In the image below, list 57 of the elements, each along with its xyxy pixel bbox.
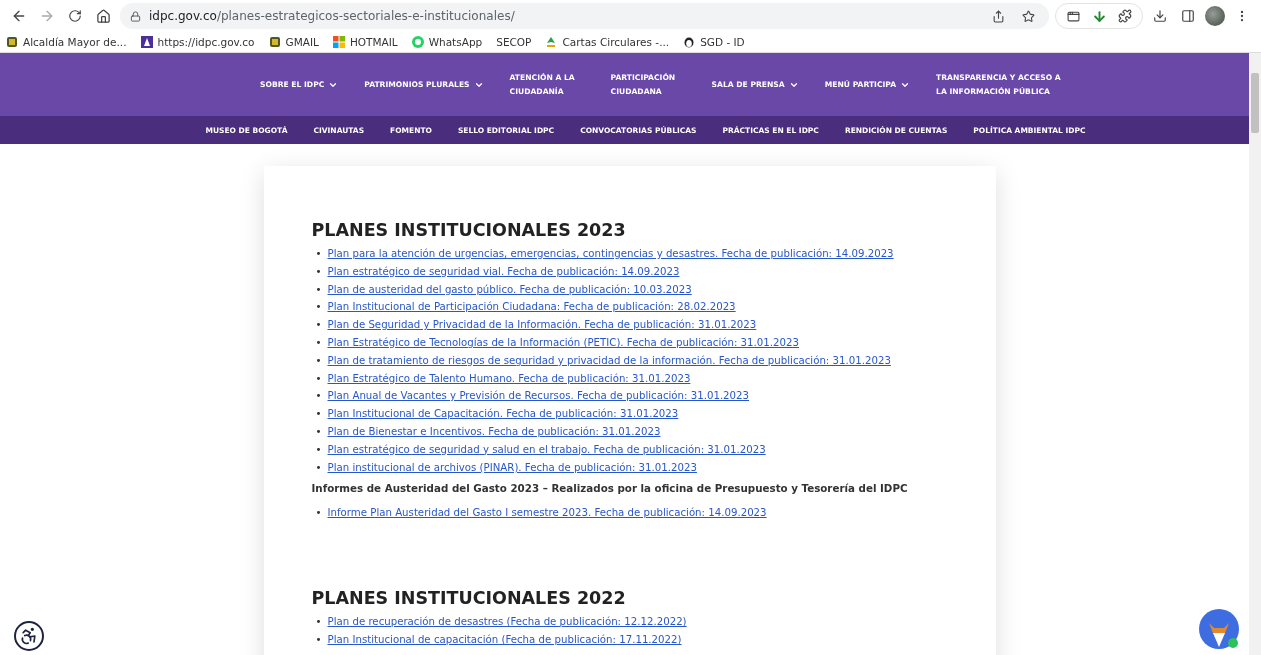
document-link[interactable]: Plan institucional de archivos (PINAR). Fecha de publicación: 31.01.2023 <box>327 458 697 477</box>
document-link[interactable]: Plan estratégico de seguridad vial. Fecha de publicación: 14.09.2023 <box>327 262 680 281</box>
document-link[interactable]: Plan de tratamiento de riesgos de seguridad y privacidad de la información. Fecha de publicación: 31.01.2023 <box>327 351 891 370</box>
profile-avatar[interactable] <box>1205 6 1225 26</box>
document-link[interactable]: Plan de recuperación de desastres (Fecha de publicación: 12.12.2022) <box>327 613 687 631</box>
list-bullet: • <box>315 336 322 350</box>
list-bullet: • <box>315 300 322 315</box>
windows-logo-icon <box>332 36 345 48</box>
idpc-logo-icon <box>140 36 153 48</box>
list-bullet: • <box>315 460 322 475</box>
document-link[interactable]: Plan estratégico de seguridad y salud en el trabajo. Fecha de publicación: 31.01.2023 <box>327 440 766 459</box>
document-link[interactable]: Informe Plan Austeridad del Gasto I semestre 2023. Fecha de publicación: 14.09.2023 <box>327 504 767 523</box>
list-bullet: • <box>315 389 322 404</box>
list-bullet: • <box>315 632 322 647</box>
bookmark-link[interactable]: HOTMAIL <box>332 36 398 48</box>
subsection-heading: Informes de Austeridad del Gasto 2023 – Realizados por la oficina de Presupuesto y Tesorería del IDPC <box>311 482 909 495</box>
bookmark-link[interactable]: https://idpc.gov.co <box>140 36 255 48</box>
list-bullet: • <box>315 407 322 422</box>
document-link[interactable]: Plan de austeridad del gasto público. Fecha de publicación: 10.03.2023 <box>327 280 692 299</box>
document-link[interactable]: Plan Institucional de Participación Ciudadana: Fecha de publicación: 28.02.2023 <box>327 298 736 317</box>
bookmark-link[interactable]: GMAIL <box>268 36 319 48</box>
list-bullet: • <box>315 264 322 279</box>
bookmark-link[interactable]: WhatsApp <box>411 36 483 48</box>
bookmark-link[interactable]: SGD - ID <box>683 36 745 48</box>
section-heading: PLANES INSTITUCIONALES 2023 <box>311 220 627 240</box>
lock-icon <box>130 10 141 22</box>
crest-icon <box>268 36 281 48</box>
document-link[interactable]: Plan Anual de Vacantes y Previsión de Recursos. Fecha de publicación: 31.01.2023 <box>327 387 750 406</box>
chat-bubble-icon <box>411 36 424 48</box>
document-link[interactable]: Plan para la atención de urgencias, emergencias, contingencias y desastres. Fecha de publicación: 14.09.2023 <box>327 245 894 263</box>
crest-icon <box>6 36 18 48</box>
bookmark-link[interactable]: SECOP <box>496 36 532 48</box>
leaf-icon <box>545 36 558 48</box>
document-link[interactable]: Plan de Bienestar e Incentivos. Fecha de publicación: 31.01.2023 <box>327 422 661 441</box>
bookmark-link[interactable]: Cartas Circulares -... <box>545 36 670 48</box>
address-bar[interactable]: idpc.gov.co/planes-estrategicos-sectoriales-e-institucionales/ <box>120 3 1049 29</box>
section-heading: PLANES INSTITUCIONALES 2022 <box>311 588 627 609</box>
document-link[interactable]: Plan Estratégico de Talento Humano. Fecha de publicación: 31.01.2023 <box>327 369 691 388</box>
chat-assistant-icon[interactable] <box>1199 609 1241 651</box>
document-link[interactable]: Plan Institucional de Capacitación. Fecha de publicación: 31.01.2023 <box>327 405 679 423</box>
list-bullet: • <box>315 353 322 368</box>
list-bullet: • <box>315 318 322 333</box>
document-link[interactable]: Plan Institucional de capacitación (Fecha de publicación: 17.11.2022) <box>327 630 682 649</box>
url-text: idpc.gov.co/planes-estrategicos-sectoriales-e-institucionales/ <box>149 9 515 23</box>
list-bullet: • <box>315 282 322 297</box>
document-link[interactable]: Plan de Seguridad y Privacidad de la Información. Fecha de publicación: 31.01.2023 <box>327 316 757 334</box>
list-bullet: • <box>315 247 322 261</box>
accessibility-icon[interactable] <box>14 621 44 651</box>
list-bullet: • <box>315 424 322 439</box>
list-bullet: • <box>315 506 322 521</box>
bookmark-link[interactable]: Alcaldía Mayor de... <box>6 36 127 48</box>
list-bullet: • <box>315 442 322 457</box>
scrollbar[interactable] <box>1249 53 1261 655</box>
document-link[interactable]: Plan Estratégico de Tecnologías de la Información (PETIC). Fecha de publicación: 31.01.2023 <box>327 334 799 352</box>
list-bullet: • <box>315 371 322 386</box>
penguin-icon <box>683 36 696 48</box>
list-bullet: • <box>315 615 322 630</box>
